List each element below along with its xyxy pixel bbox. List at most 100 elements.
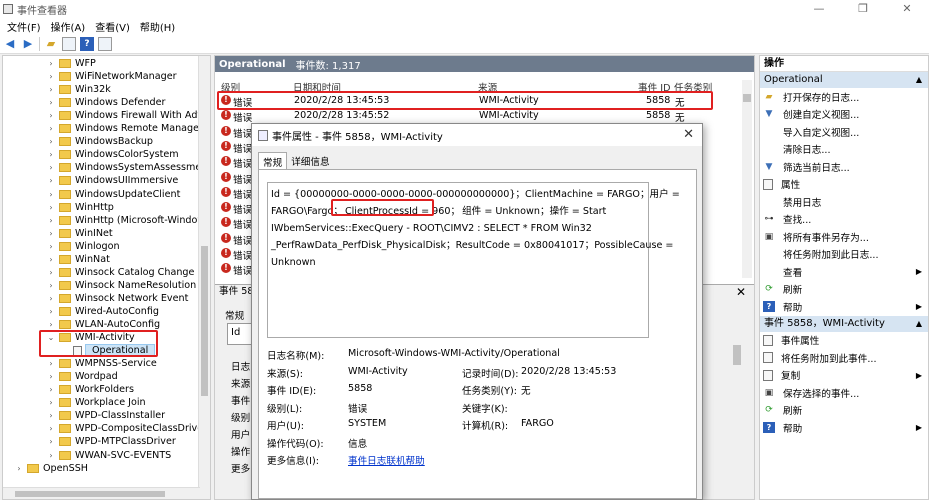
chevron-right-icon[interactable]: ›: [47, 451, 55, 460]
tree-item-wpd-compositeclassdriver[interactable]: ›WPD-CompositeClassDriver: [47, 422, 207, 435]
tree-item-wlan-autoconfig[interactable]: ›WLAN-AutoConfig: [47, 318, 160, 331]
tree-item-winsock-network-event[interactable]: ›Winsock Network Event: [47, 292, 188, 305]
tree-item-operational[interactable]: Operational: [73, 344, 155, 357]
action-items1-1[interactable]: ▼创建自定义视图...: [760, 106, 928, 124]
action-items1-6[interactable]: 禁用日志: [760, 193, 928, 211]
menu-view[interactable]: 查看(V): [95, 19, 130, 34]
opcode-value[interactable]: 信息: [348, 436, 367, 450]
column-task-category[interactable]: 任务类别: [674, 80, 712, 94]
tree-item-wired-autoconfig[interactable]: ›Wired-AutoConfig: [47, 305, 159, 318]
chevron-right-icon[interactable]: ›: [47, 307, 55, 316]
chevron-right-icon[interactable]: ›: [47, 294, 55, 303]
chevron-right-icon[interactable]: ›: [47, 281, 55, 290]
action-items1-7[interactable]: ⊶查找...: [760, 211, 928, 229]
minimize-button[interactable]: —: [797, 0, 841, 18]
action-items1-11[interactable]: ⟳刷新: [760, 281, 928, 299]
event-row[interactable]: !错误2020/2/28 13:45:53WMI-Activity5858无: [217, 94, 741, 109]
chevron-down-icon[interactable]: ⌄: [47, 333, 55, 342]
action-items1-3[interactable]: 清除日志...: [760, 141, 928, 159]
tree-item-windowsupdateclient[interactable]: ›WindowsUpdateClient: [47, 188, 180, 201]
tree-item-workfolders[interactable]: ›WorkFolders: [47, 383, 134, 396]
action-items1-0[interactable]: ▰打开保存的日志...: [760, 88, 928, 106]
chevron-right-icon[interactable]: ›: [47, 72, 55, 81]
chevron-right-icon[interactable]: ›: [47, 255, 55, 264]
level-value[interactable]: 错误: [348, 401, 367, 415]
column-level[interactable]: 级别: [221, 80, 240, 94]
menu-action[interactable]: 操作(A): [51, 19, 86, 34]
chevron-right-icon[interactable]: ›: [47, 98, 55, 107]
dialog-close-icon[interactable]: ✕: [683, 127, 694, 142]
chevron-right-icon[interactable]: ›: [15, 464, 23, 473]
tree-item-windowsbackup[interactable]: ›WindowsBackup: [47, 135, 153, 148]
tree-item-winhttp-microsoft-windows-v[interactable]: ›WinHttp (Microsoft-Windows-V: [47, 214, 211, 227]
tree-item-openssh[interactable]: ›OpenSSH: [15, 462, 88, 475]
chevron-right-icon[interactable]: ›: [47, 124, 55, 133]
chevron-right-icon[interactable]: ›: [47, 163, 55, 172]
close-preview-icon[interactable]: ✕: [736, 285, 746, 299]
chevron-right-icon[interactable]: ›: [47, 85, 55, 94]
show-hide-actions-icon[interactable]: [98, 37, 112, 51]
chevron-right-icon[interactable]: ›: [47, 190, 55, 199]
show-hide-tree-icon[interactable]: [62, 37, 76, 51]
tree-item-wwan-svc-events[interactable]: ›WWAN-SVC-EVENTS: [47, 449, 171, 462]
chevron-right-icon[interactable]: ›: [47, 424, 55, 433]
task-category-value[interactable]: 无: [521, 383, 531, 397]
chevron-right-icon[interactable]: ›: [47, 176, 55, 185]
chevron-right-icon[interactable]: ›: [47, 398, 55, 407]
action-items1-4[interactable]: ▼筛选当前日志...: [760, 158, 928, 176]
tree-item-wmi-activity[interactable]: ⌄WMI-Activity: [47, 331, 135, 344]
actions-section-log[interactable]: Operational ▲: [760, 72, 928, 88]
source-value[interactable]: WMI-Activity: [348, 366, 408, 377]
action-items1-8[interactable]: ▣将所有事件另存为...: [760, 228, 928, 246]
tree-scrollbar[interactable]: [198, 56, 210, 499]
action-items2-3[interactable]: ▣保存选择的事件...: [760, 384, 928, 402]
tree-item-winhttp[interactable]: ›WinHttp: [47, 201, 114, 214]
chevron-right-icon[interactable]: ›: [47, 242, 55, 251]
help-icon[interactable]: ?: [80, 37, 94, 51]
action-items1-5[interactable]: 属性: [760, 176, 928, 194]
tree-item-windowssystemassessmentto[interactable]: ›WindowsSystemAssessmentTo: [47, 161, 211, 174]
events-scrollbar[interactable]: [742, 80, 752, 278]
tree-item-wininet[interactable]: ›WinINet: [47, 227, 113, 240]
action-items2-4[interactable]: ⟳刷新: [760, 402, 928, 420]
event-id-value[interactable]: 5858: [348, 383, 372, 394]
tree-item-winsock-nameresolution-even[interactable]: ›Winsock NameResolution Even: [47, 279, 211, 292]
tree-item-wpd-classinstaller[interactable]: ›WPD-ClassInstaller: [47, 409, 165, 422]
menu-file[interactable]: 文件(F): [7, 19, 41, 34]
chevron-right-icon[interactable]: ›: [47, 59, 55, 68]
logged-value[interactable]: 2020/2/28 13:45:53: [521, 366, 616, 377]
collapse-icon[interactable]: ▲: [916, 316, 922, 332]
chevron-right-icon[interactable]: ›: [47, 111, 55, 120]
computer-value[interactable]: FARGO: [521, 418, 554, 429]
tree-item-wfp[interactable]: ›WFP: [47, 57, 96, 70]
action-items1-2[interactable]: 导入自定义视图...: [760, 123, 928, 141]
collapse-icon[interactable]: ▲: [916, 72, 922, 88]
chevron-right-icon[interactable]: ›: [47, 229, 55, 238]
chevron-right-icon[interactable]: ›: [47, 359, 55, 368]
column-source[interactable]: 来源: [478, 80, 497, 94]
chevron-right-icon[interactable]: ›: [47, 203, 55, 212]
tree-item-windows-remote-managemen[interactable]: ›Windows Remote Managemen: [47, 122, 211, 135]
chevron-right-icon[interactable]: ›: [47, 320, 55, 329]
folder-up-icon[interactable]: ▰: [44, 37, 58, 51]
tree-item-windowscolorsystem[interactable]: ›WindowsColorSystem: [47, 148, 179, 161]
chevron-right-icon[interactable]: ›: [47, 385, 55, 394]
close-window-button[interactable]: ✕: [885, 0, 929, 18]
chevron-right-icon[interactable]: ›: [47, 437, 55, 446]
chevron-right-icon[interactable]: ›: [47, 372, 55, 381]
chevron-right-icon[interactable]: ›: [47, 216, 55, 225]
column-event-id[interactable]: 事件 ID: [638, 80, 670, 94]
chevron-right-icon[interactable]: ›: [47, 411, 55, 420]
tree-item-winsock-catalog-change[interactable]: ›Winsock Catalog Change: [47, 266, 194, 279]
user-value[interactable]: SYSTEM: [348, 418, 386, 429]
chevron-right-icon[interactable]: ›: [47, 150, 55, 159]
tree-item-wordpad[interactable]: ›Wordpad: [47, 370, 118, 383]
tree-item-wmpnss-service[interactable]: ›WMPNSS-Service: [47, 357, 157, 370]
back-arrow-icon[interactable]: ◀: [3, 37, 17, 51]
action-items1-10[interactable]: 查看▶: [760, 263, 928, 281]
action-items2-2[interactable]: 复制▶: [760, 367, 928, 385]
tree-item-wpd-mtpclassdriver[interactable]: ›WPD-MTPClassDriver: [47, 435, 176, 448]
tree-item-windowsuiimmersive[interactable]: ›WindowsUIImmersive: [47, 174, 178, 187]
tree-item-win32k[interactable]: ›Win32k: [47, 83, 111, 96]
forward-arrow-icon[interactable]: ▶: [21, 37, 35, 51]
